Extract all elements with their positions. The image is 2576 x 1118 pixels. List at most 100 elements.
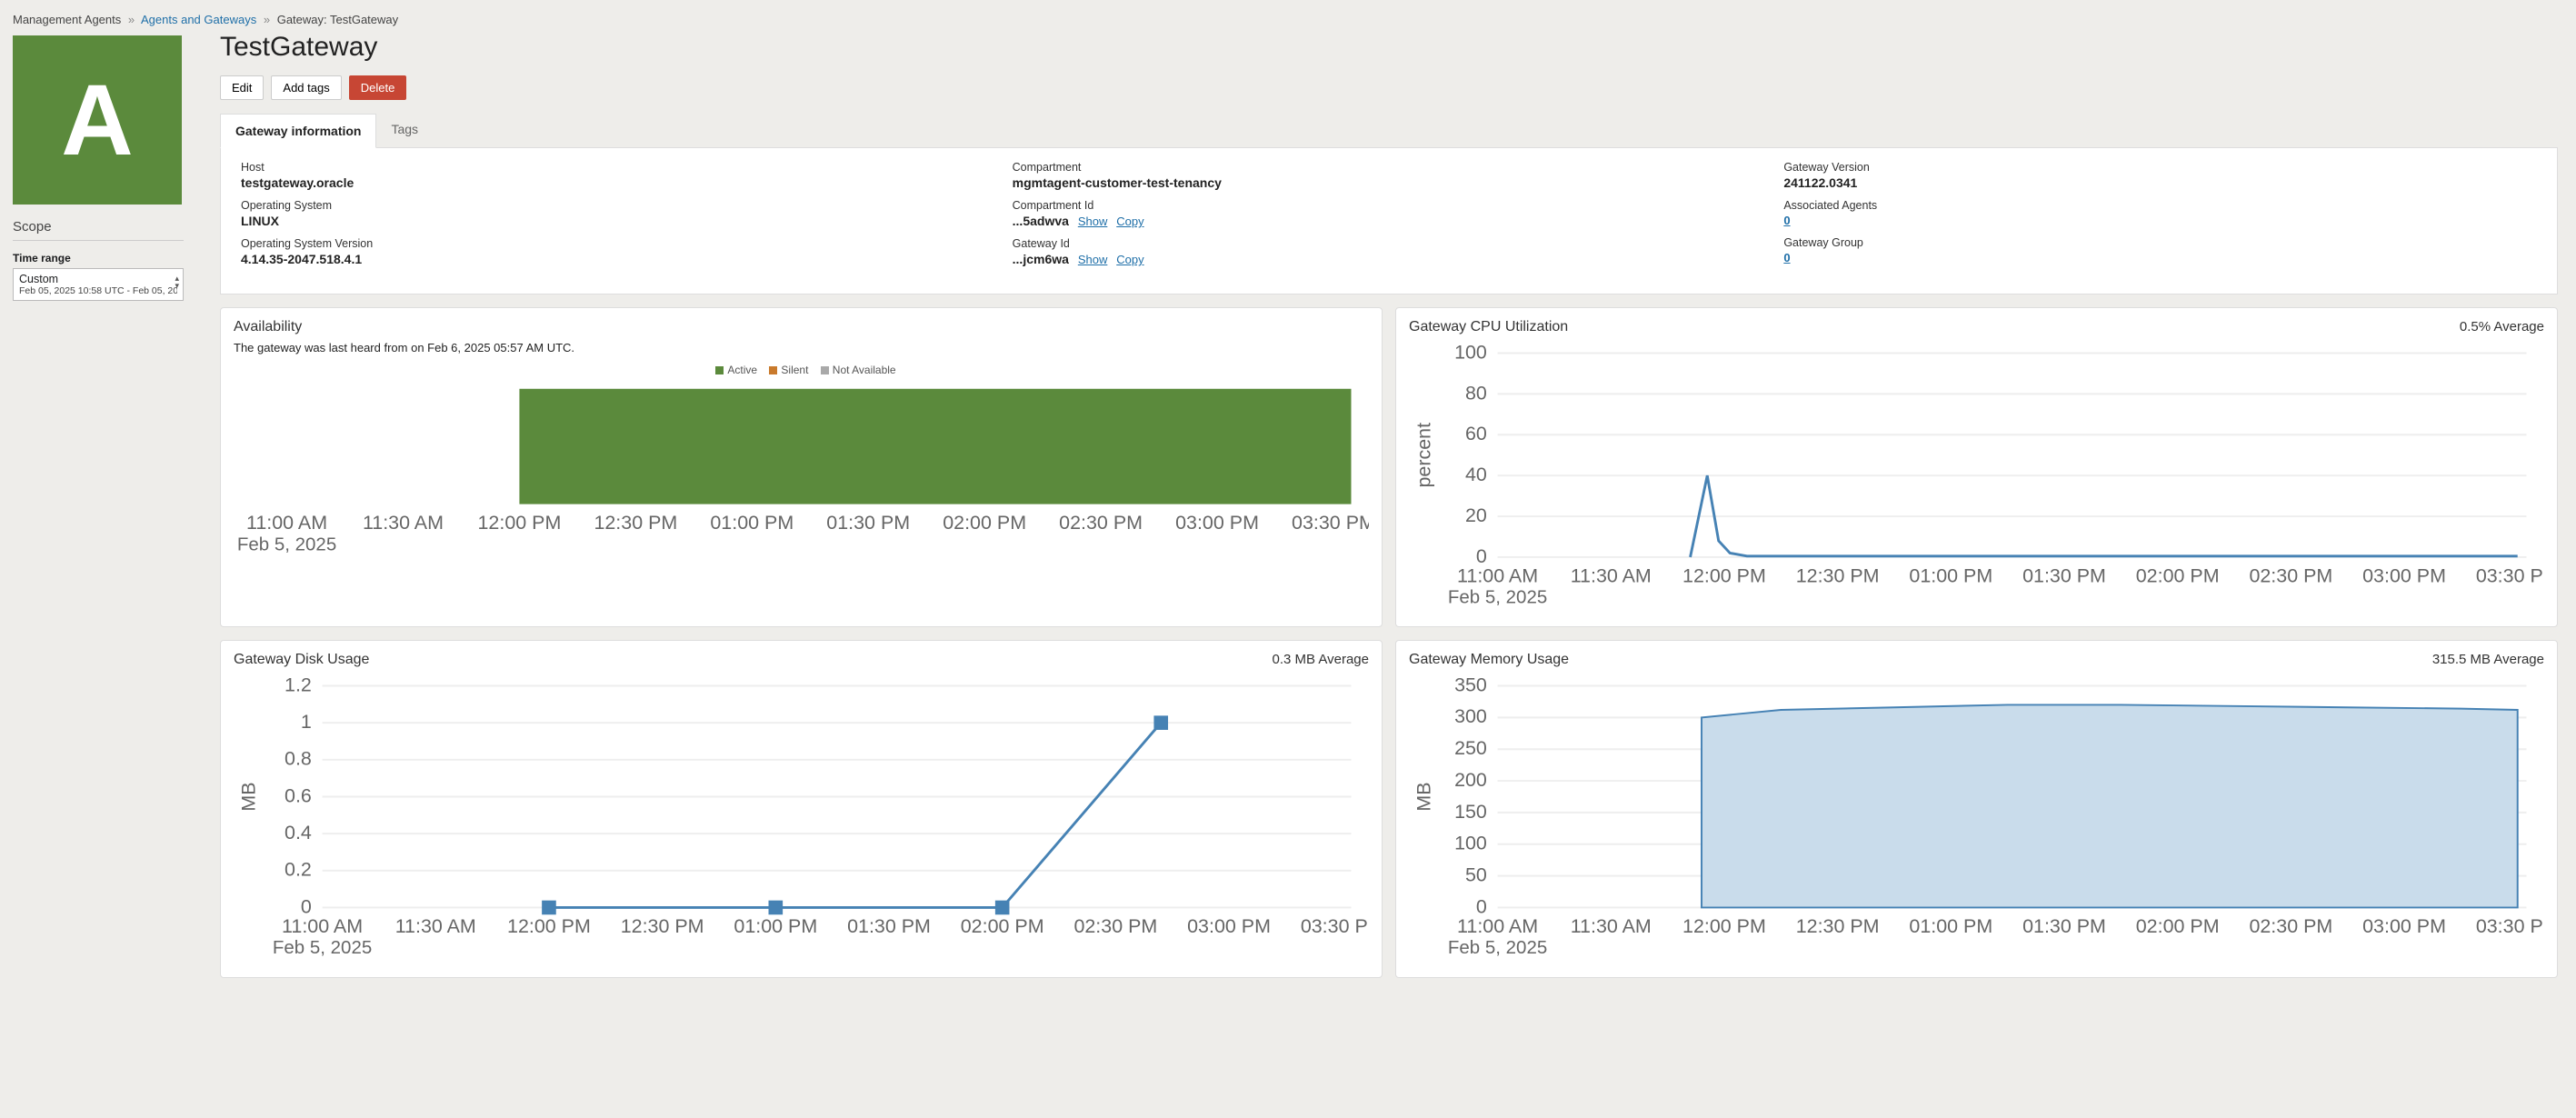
svg-text:12:30 PM: 12:30 PM [1796,915,1880,937]
svg-text:01:00 PM: 01:00 PM [734,915,817,937]
svg-text:03:30 PM: 03:30 PM [1292,512,1369,534]
chart-availability-plot: 11:00 AM11:30 AM12:00 PM12:30 PM01:00 PM… [234,380,1369,575]
svg-text:0.6: 0.6 [285,785,312,807]
timerange-select[interactable]: Custom Feb 05, 2025 10:58 UTC - Feb 05, … [13,268,184,301]
svg-text:Feb 5, 2025: Feb 5, 2025 [237,534,336,554]
chart-cpu: Gateway CPU Utilization 0.5% Average 020… [1395,307,2558,627]
page-title: TestGateway [220,32,2558,63]
svg-text:02:00 PM: 02:00 PM [961,915,1044,937]
svg-text:100: 100 [1454,833,1487,854]
gatewayid-text: ...jcm6wa [1013,252,1069,266]
svg-text:01:00 PM: 01:00 PM [710,512,794,534]
gatewayid-copy[interactable]: Copy [1116,253,1143,266]
svg-text:11:30 AM: 11:30 AM [1571,564,1652,586]
svg-text:Feb 5, 2025: Feb 5, 2025 [1448,587,1547,608]
svg-text:11:30 AM: 11:30 AM [395,915,476,937]
svg-text:11:30 AM: 11:30 AM [363,512,444,534]
gwver-label: Gateway Version [1783,161,2537,174]
svg-text:12:30 PM: 12:30 PM [594,512,677,534]
tab-tags[interactable]: Tags [376,113,433,147]
svg-text:1.2: 1.2 [285,674,312,696]
svg-text:02:30 PM: 02:30 PM [1073,915,1157,937]
svg-text:12:00 PM: 12:00 PM [1682,915,1766,937]
svg-text:02:00 PM: 02:00 PM [943,512,1026,534]
add-tags-button[interactable]: Add tags [271,75,341,100]
svg-text:11:00 AM: 11:00 AM [246,512,327,534]
compartmentid-show[interactable]: Show [1078,215,1108,228]
svg-text:03:00 PM: 03:00 PM [2362,564,2446,586]
chart-cpu-plot: 020406080100percent11:00 AM11:30 AM12:00… [1409,335,2544,619]
svg-text:0.8: 0.8 [285,748,312,770]
breadcrumb-link[interactable]: Agents and Gateways [141,13,256,26]
chart-disk-plot: 00.20.40.60.811.2MB11:00 AM11:30 AM12:00… [234,668,1369,970]
gwver-value: 241122.0341 [1783,175,2537,190]
assoc-label: Associated Agents [1783,199,2537,212]
svg-text:02:30 PM: 02:30 PM [1059,512,1143,534]
svg-text:01:30 PM: 01:30 PM [2022,915,2106,937]
svg-text:MB: MB [1413,783,1434,812]
svg-text:02:30 PM: 02:30 PM [2249,915,2332,937]
legend-swatch-active [715,366,724,374]
chevron-updown-icon: ▴▾ [175,275,179,289]
tab-gateway-info[interactable]: Gateway information [220,114,376,148]
svg-text:40: 40 [1465,464,1487,485]
svg-text:Feb 5, 2025: Feb 5, 2025 [1448,937,1547,958]
compartment-label: Compartment [1013,161,1766,174]
chart-memory: Gateway Memory Usage 315.5 MB Average 05… [1395,640,2558,978]
svg-text:11:00 AM: 11:00 AM [1457,915,1538,937]
chart-cpu-sub: 0.5% Average [2460,319,2544,334]
chart-disk: Gateway Disk Usage 0.3 MB Average 00.20.… [220,640,1383,978]
svg-text:Feb 5, 2025: Feb 5, 2025 [273,937,372,958]
group-value[interactable]: 0 [1783,251,1790,265]
svg-text:02:00 PM: 02:00 PM [2136,915,2220,937]
svg-text:12:30 PM: 12:30 PM [621,915,704,937]
breadcrumb-current: Gateway: TestGateway [277,13,398,26]
chart-availability: Availability The gateway was last heard … [220,307,1383,627]
legend-swatch-na [821,366,829,374]
svg-text:12:30 PM: 12:30 PM [1796,564,1880,586]
compartmentid-value: ...5adwva Show Copy [1013,214,1766,228]
delete-button[interactable]: Delete [349,75,407,100]
svg-text:01:30 PM: 01:30 PM [2022,564,2106,586]
osv-label: Operating System Version [241,237,994,250]
info-panel: Host testgateway.oracle Operating System… [220,148,2558,294]
timerange-detail: Feb 05, 2025 10:58 UTC - Feb 05, 2025 15… [19,285,177,296]
divider [13,240,184,241]
assoc-value[interactable]: 0 [1783,214,1790,227]
svg-text:11:00 AM: 11:00 AM [282,915,363,937]
svg-text:250: 250 [1454,737,1487,759]
os-value: LINUX [241,214,994,228]
scope-heading: Scope [13,219,195,235]
legend-active: Active [727,364,757,376]
svg-text:0.2: 0.2 [285,859,312,881]
svg-text:12:00 PM: 12:00 PM [1682,564,1766,586]
gatewayid-value: ...jcm6wa Show Copy [1013,252,1766,266]
chart-availability-note: The gateway was last heard from on Feb 6… [234,341,1369,354]
tabs: Gateway information Tags [220,113,2558,148]
svg-text:01:30 PM: 01:30 PM [847,915,931,937]
svg-text:80: 80 [1465,382,1487,404]
chart-memory-plot: 050100150200250300350MB11:00 AM11:30 AM1… [1409,668,2544,970]
svg-text:01:00 PM: 01:00 PM [1909,915,1992,937]
chart-disk-sub: 0.3 MB Average [1273,652,1369,667]
gatewayid-label: Gateway Id [1013,237,1766,250]
svg-text:03:30 PM: 03:30 PM [2476,564,2544,586]
svg-text:200: 200 [1454,769,1487,791]
svg-text:03:00 PM: 03:00 PM [1175,512,1259,534]
host-value: testgateway.oracle [241,175,994,190]
edit-button[interactable]: Edit [220,75,264,100]
svg-text:60: 60 [1465,423,1487,444]
gatewayid-show[interactable]: Show [1078,253,1108,266]
svg-text:percent: percent [1413,423,1434,488]
host-label: Host [241,161,994,174]
svg-text:11:30 AM: 11:30 AM [1571,915,1652,937]
chart-memory-title: Gateway Memory Usage [1409,652,1569,668]
svg-text:1: 1 [301,711,312,733]
compartmentid-text: ...5adwva [1013,214,1069,228]
svg-text:03:00 PM: 03:00 PM [2362,915,2446,937]
legend-silent: Silent [781,364,808,376]
svg-text:0: 0 [1476,545,1487,567]
chart-availability-legend: Active Silent Not Available [234,364,1369,376]
compartmentid-copy[interactable]: Copy [1116,215,1143,228]
chart-disk-title: Gateway Disk Usage [234,652,369,668]
